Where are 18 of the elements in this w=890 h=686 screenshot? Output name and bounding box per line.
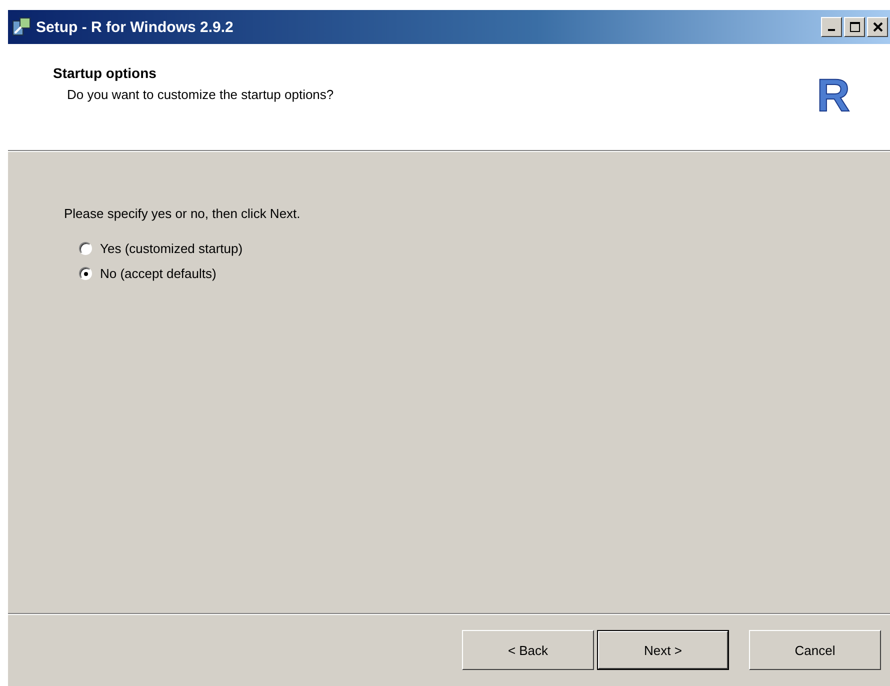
page-title: Startup options [53,65,158,81]
close-icon [872,22,882,32]
next-button[interactable]: Next > [597,630,729,670]
maximize-button[interactable] [844,17,865,37]
instruction-text: Please specify yes or no, then click Next. [64,206,302,221]
option-label[interactable]: Yes (customized startup) [100,241,243,256]
page-subtitle: Do you want to customize the startup options? [67,87,334,102]
installer-icon [12,17,32,37]
window-title: Setup - R for Windows 2.9.2 [36,18,234,36]
close-button[interactable] [867,17,888,37]
cancel-button[interactable]: Cancel [749,630,881,670]
back-button[interactable]: < Back [462,630,594,670]
radio-button[interactable] [79,242,92,255]
maximize-icon [850,22,860,32]
minimize-button[interactable] [821,17,842,37]
option-label[interactable]: No (accept defaults) [100,266,216,281]
logo: R [816,72,850,120]
radio-button[interactable] [79,267,92,280]
